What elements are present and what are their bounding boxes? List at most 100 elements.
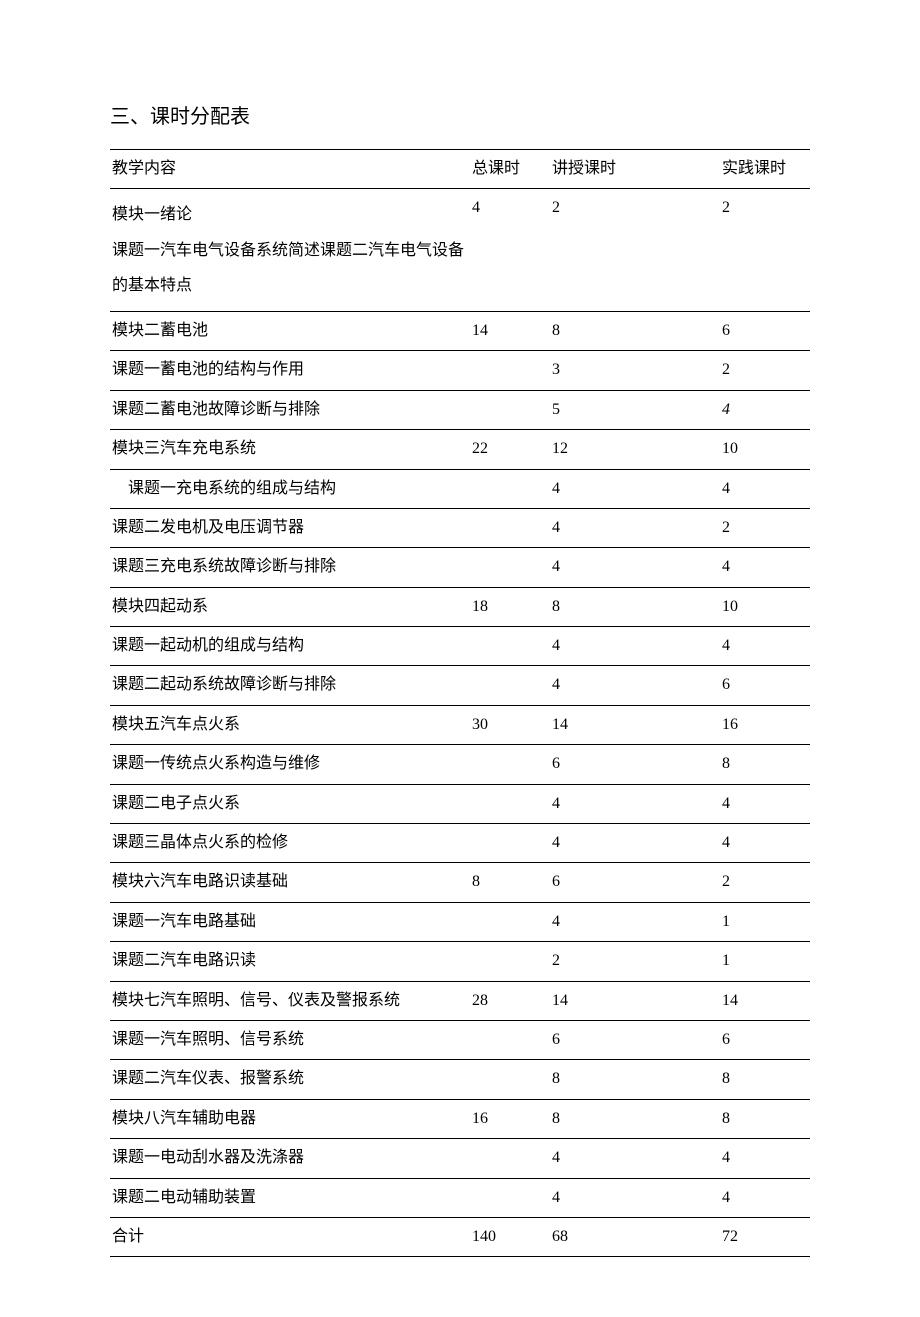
cell-lecture: 4 xyxy=(550,548,720,587)
cell-lecture: 3 xyxy=(550,351,720,390)
cell-total: 18 xyxy=(470,587,550,626)
cell-total xyxy=(470,390,550,429)
cell-practice: 4 xyxy=(720,469,810,508)
cell-content: 模块八汽车辅助电器 xyxy=(110,1099,470,1138)
cell-total xyxy=(470,548,550,587)
cell-lecture: 68 xyxy=(550,1217,720,1256)
cell-lecture: 6 xyxy=(550,863,720,902)
schedule-table: 教学内容 总课时 讲授课时 实践课时 模块一绪论课题一汽车电气设备系统简述课题二… xyxy=(110,149,810,1257)
cell-total: 28 xyxy=(470,981,550,1020)
cell-lecture: 4 xyxy=(550,1139,720,1178)
cell-practice: 2 xyxy=(720,508,810,547)
cell-content: 模块六汽车电路识读基础 xyxy=(110,863,470,902)
table-row: 课题一蓄电池的结构与作用32 xyxy=(110,351,810,390)
cell-lecture: 8 xyxy=(550,311,720,350)
cell-practice: 16 xyxy=(720,705,810,744)
cell-practice: 6 xyxy=(720,311,810,350)
cell-total xyxy=(470,1060,550,1099)
cell-lecture: 4 xyxy=(550,1178,720,1217)
cell-total xyxy=(470,508,550,547)
cell-content: 课题一蓄电池的结构与作用 xyxy=(110,351,470,390)
cell-total xyxy=(470,942,550,981)
cell-total xyxy=(470,902,550,941)
cell-content: 课题二汽车仪表、报警系统 xyxy=(110,1060,470,1099)
cell-practice: 4 xyxy=(720,1178,810,1217)
cell-practice: 4 xyxy=(720,548,810,587)
cell-total: 4 xyxy=(470,189,550,312)
table-row: 模块三汽车充电系统221210 xyxy=(110,430,810,469)
header-practice: 实践课时 xyxy=(720,150,810,189)
table-row: 课题二发电机及电压调节器 42 xyxy=(110,508,810,547)
table-row: 合计1406872 xyxy=(110,1217,810,1256)
cell-content: 课题二汽车电路识读 xyxy=(110,942,470,981)
table-row: 模块六汽车电路识读基础862 xyxy=(110,863,810,902)
cell-lecture: 4 xyxy=(550,666,720,705)
header-lecture: 讲授课时 xyxy=(550,150,720,189)
cell-lecture: 12 xyxy=(550,430,720,469)
table-row: 课题一传统点火系构造与维修68 xyxy=(110,745,810,784)
cell-total: 140 xyxy=(470,1217,550,1256)
cell-lecture: 2 xyxy=(550,942,720,981)
cell-practice: 4 xyxy=(720,390,810,429)
cell-total xyxy=(470,469,550,508)
cell-lecture: 8 xyxy=(550,1099,720,1138)
table-row: 模块七汽车照明、信号、仪表及警报系统281414 xyxy=(110,981,810,1020)
cell-practice: 4 xyxy=(720,824,810,863)
cell-total xyxy=(470,745,550,784)
cell-content: 课题一起动机的组成与结构 xyxy=(110,627,470,666)
header-total: 总课时 xyxy=(470,150,550,189)
cell-lecture: 8 xyxy=(550,1060,720,1099)
table-row: 课题三充电系统故障诊断与排除 44 xyxy=(110,548,810,587)
cell-content: 课题三充电系统故障诊断与排除 xyxy=(110,548,470,587)
cell-content: 课题二电动辅助装置 xyxy=(110,1178,470,1217)
cell-total xyxy=(470,1178,550,1217)
cell-lecture: 4 xyxy=(550,784,720,823)
section-heading: 三、课时分配表 xyxy=(110,100,810,129)
cell-practice: 4 xyxy=(720,784,810,823)
table-row: 课题一汽车照明、信号系统66 xyxy=(110,1020,810,1059)
cell-total: 22 xyxy=(470,430,550,469)
cell-practice: 1 xyxy=(720,942,810,981)
cell-practice: 4 xyxy=(720,627,810,666)
cell-lecture: 4 xyxy=(550,508,720,547)
cell-lecture: 6 xyxy=(550,1020,720,1059)
cell-content: 模块一绪论课题一汽车电气设备系统简述课题二汽车电气设备的基本特点 xyxy=(110,189,470,312)
table-row: 课题一充电系统的组成与结构 44 xyxy=(110,469,810,508)
cell-lecture: 2 xyxy=(550,189,720,312)
table-row: 模块四起动系18810 xyxy=(110,587,810,626)
cell-practice: 8 xyxy=(720,1099,810,1138)
cell-lecture: 4 xyxy=(550,469,720,508)
table-row: 课题三晶体点火系的检修44 xyxy=(110,824,810,863)
cell-lecture: 4 xyxy=(550,824,720,863)
cell-practice: 8 xyxy=(720,1060,810,1099)
cell-total xyxy=(470,824,550,863)
table-row: 课题一汽车电路基础41 xyxy=(110,902,810,941)
cell-total xyxy=(470,666,550,705)
table-row: 模块八汽车辅助电器1688 xyxy=(110,1099,810,1138)
header-content: 教学内容 xyxy=(110,150,470,189)
table-row: 模块五汽车点火系301416 xyxy=(110,705,810,744)
cell-practice: 4 xyxy=(720,1139,810,1178)
cell-practice: 8 xyxy=(720,745,810,784)
table-body: 模块一绪论课题一汽车电气设备系统简述课题二汽车电气设备的基本特点422模块二蓄电… xyxy=(110,189,810,1257)
cell-total xyxy=(470,627,550,666)
cell-content: 课题二发电机及电压调节器 xyxy=(110,508,470,547)
cell-content: 模块三汽车充电系统 xyxy=(110,430,470,469)
cell-total xyxy=(470,351,550,390)
cell-lecture: 8 xyxy=(550,587,720,626)
cell-practice: 6 xyxy=(720,1020,810,1059)
cell-content: 模块七汽车照明、信号、仪表及警报系统 xyxy=(110,981,470,1020)
table-row: 课题二起动系统故障诊断与排除 46 xyxy=(110,666,810,705)
table-header-row: 教学内容 总课时 讲授课时 实践课时 xyxy=(110,150,810,189)
cell-content: 课题一充电系统的组成与结构 xyxy=(110,469,470,508)
table-row: 模块二蓄电池1486 xyxy=(110,311,810,350)
cell-practice: 6 xyxy=(720,666,810,705)
cell-total xyxy=(470,1139,550,1178)
cell-content: 合计 xyxy=(110,1217,470,1256)
cell-content: 模块五汽车点火系 xyxy=(110,705,470,744)
cell-total xyxy=(470,1020,550,1059)
cell-content: 课题二起动系统故障诊断与排除 xyxy=(110,666,470,705)
cell-content: 课题一传统点火系构造与维修 xyxy=(110,745,470,784)
cell-lecture: 4 xyxy=(550,627,720,666)
table-row: 课题二电动辅助装置 44 xyxy=(110,1178,810,1217)
